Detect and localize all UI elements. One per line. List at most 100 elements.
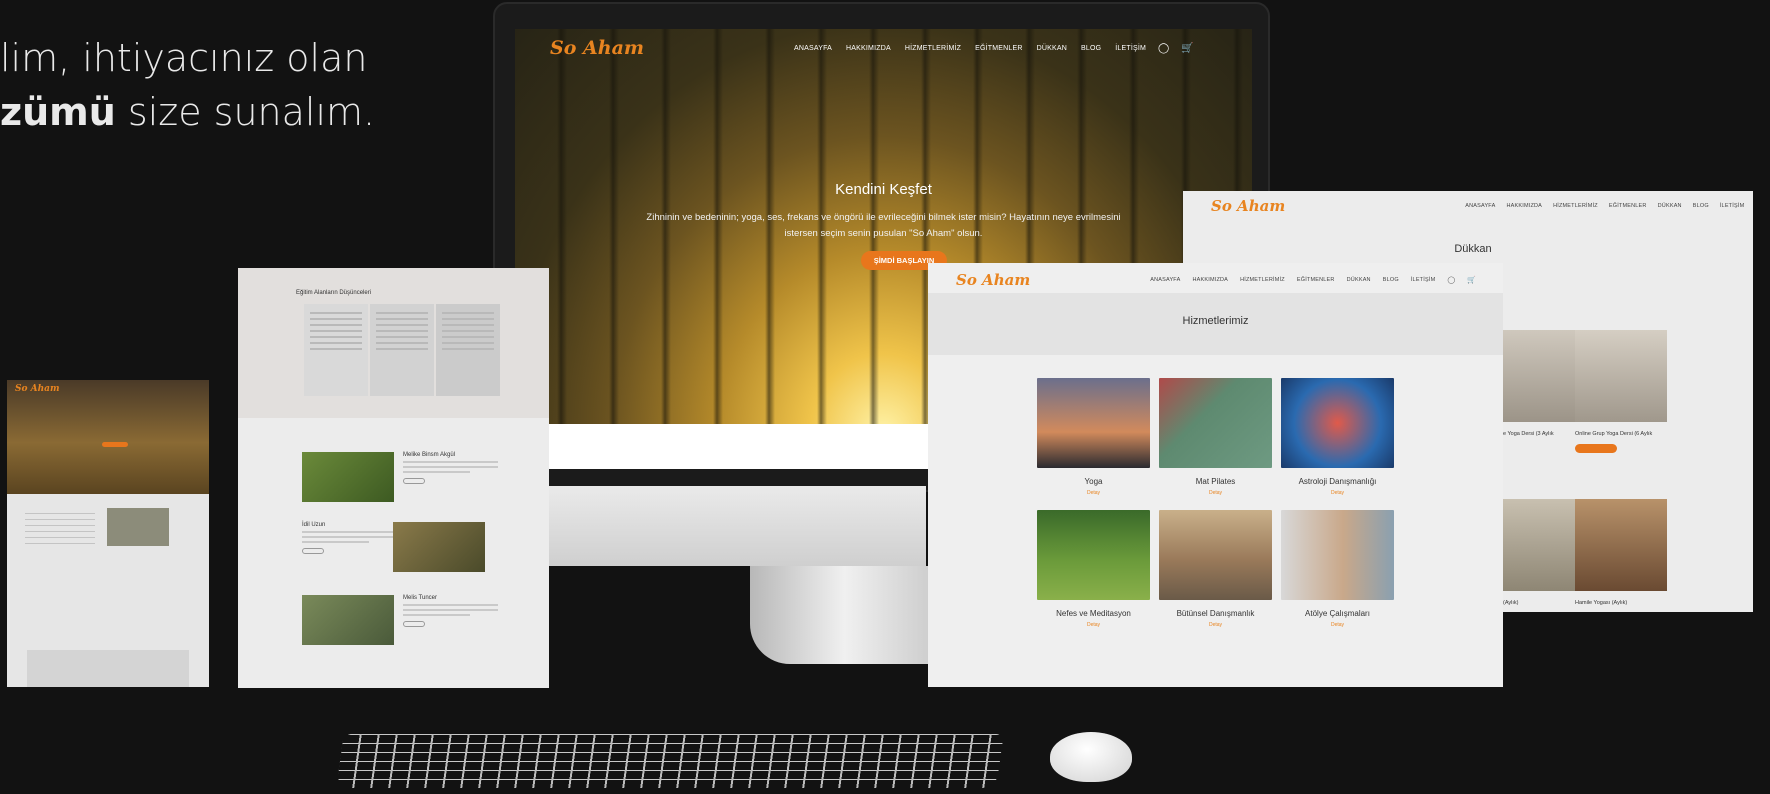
main-menu: ANASAYFA HAKKIMIZDA HİZMETLERİMİZ EĞİTME… [794,45,1146,52]
service-image [1159,510,1272,600]
menu-item-anasayfa[interactable]: ANASAYFA [1150,277,1180,283]
headline-line-2: zümü size sunalım. [0,84,375,140]
menu-item-iletisim[interactable]: İLETİŞİM [1411,277,1436,283]
trainer-detail-button[interactable] [302,548,324,554]
service-image [1281,510,1394,600]
menu-item-hakkimizda[interactable]: HAKKIMIZDA [846,45,891,52]
testimonial-card [304,304,368,396]
mini-testimonials [27,650,189,687]
service-image [1037,510,1150,600]
trainer-info: Melis Tuncer [403,595,498,627]
menu-item-iletisim[interactable]: İLETİŞİM [1720,203,1745,209]
menu-item-dukkan[interactable]: DÜKKAN [1658,203,1682,209]
trainer-row [302,452,394,502]
trainer-detail-button[interactable] [403,478,425,484]
hero-text: Zihninin ve bedeninin; yoga, ses, frekan… [646,212,1121,239]
logo[interactable]: So Aham [550,37,644,59]
mobile-page-preview: So Aham [7,380,209,687]
menu-item-blog[interactable]: BLOG [1693,203,1709,209]
service-detail-link[interactable]: Detay [1281,622,1394,628]
menu-item-anasayfa[interactable]: ANASAYFA [1465,203,1495,209]
mini-image [107,508,169,546]
monitor-chin [493,486,926,566]
services-navbar: So Aham ANASAYFA HAKKIMIZDA HİZMETLERİMİ… [956,271,1496,289]
services-logo[interactable]: So Aham [956,271,1030,289]
product-card[interactable]: Online Grup Yoga Dersi (6 Aylık [1575,330,1667,453]
cart-icon[interactable]: 🛒 [1181,43,1193,54]
mini-logo: So Aham [15,384,60,394]
mini-hero: So Aham [7,380,209,494]
menu-item-blog[interactable]: BLOG [1383,277,1399,283]
testimonial-card [436,304,500,396]
service-name: Yoga [1084,477,1103,486]
testimonial-card [370,304,434,396]
testimonials-title: Eğitim Alanların Düşünceleri [296,290,372,296]
headline-line-2-rest: size sunalım. [115,90,376,134]
service-name: Bütünsel Danışmanlık [1176,609,1255,618]
shop-logo[interactable]: So Aham [1211,197,1285,215]
menu-item-anasayfa[interactable]: ANASAYFA [794,45,832,52]
menu-item-egitmenler[interactable]: EĞİTMENLER [1297,277,1335,283]
keyboard [336,734,1004,788]
trainer-photo [302,595,394,645]
menu-item-hizmetlerimiz[interactable]: HİZMETLERİMİZ [1240,277,1285,283]
menu-item-hizmetlerimiz[interactable]: HİZMETLERİMİZ [1553,203,1598,209]
mouse [1050,732,1132,782]
menu-item-iletisim[interactable]: İLETİŞİM [1115,45,1146,52]
trainer-row [302,595,394,645]
service-card-nefes-meditasyon[interactable]: Nefes ve Meditasyon Detay [1037,510,1150,628]
product-card[interactable]: Hamile Yogası (Aylık) [1575,499,1667,607]
trainer-info: Melike Binsm Akgül [403,452,498,484]
mini-hero-button[interactable] [102,442,128,447]
service-detail-link[interactable]: Detay [1159,622,1272,628]
menu-item-blog[interactable]: BLOG [1081,45,1101,52]
trainer-info: İdil Uzun [302,522,397,554]
service-image [1037,378,1150,468]
menu-item-hakkimizda[interactable]: HAKKIMIZDA [1192,277,1228,283]
menu-item-dukkan[interactable]: DÜKKAN [1347,277,1371,283]
shop-menu: ANASAYFA HAKKIMIZDA HİZMETLERİMİZ EĞİTME… [1465,203,1744,209]
add-to-cart-button[interactable] [1575,444,1617,453]
trainer-photo [393,522,485,572]
services-title: Hizmetlerimiz [1182,315,1249,327]
service-image [1159,378,1272,468]
service-image [1281,378,1394,468]
service-name: Astroloji Danışmanlığı [1298,477,1377,486]
trainers-page-preview: Eğitim Alanların Düşünceleri Melike Bins… [238,268,549,688]
menu-item-hizmetlerimiz[interactable]: HİZMETLERİMİZ [905,45,961,52]
service-card-astroloji[interactable]: Astroloji Danışmanlığı Detay [1281,378,1394,496]
trainer-name: Melike Binsm Akgül [403,452,456,458]
service-detail-link[interactable]: Detay [1159,490,1272,496]
headline-bold-word: zümü [0,90,116,134]
service-detail-link[interactable]: Detay [1037,490,1150,496]
services-menu: ANASAYFA HAKKIMIZDA HİZMETLERİMİZ EĞİTME… [1150,277,1435,283]
hero-title: Kendini Keşfet [835,181,932,198]
menu-item-dukkan[interactable]: DÜKKAN [1037,45,1067,52]
product-image [1575,499,1667,591]
service-name: Atölye Çalışmaları [1305,609,1370,618]
shop-navbar: So Aham ANASAYFA HAKKIMIZDA HİZMETLERİMİ… [1211,197,1751,215]
user-icon[interactable]: ◯ [1158,43,1169,54]
service-card-butunsel-danismanlik[interactable]: Bütünsel Danışmanlık Detay [1159,510,1272,628]
menu-item-egitmenler[interactable]: EĞİTMENLER [1609,203,1647,209]
homepage-navbar: So Aham ANASAYFA HAKKIMIZDA HİZMETLERİMİ… [550,37,1240,59]
service-detail-link[interactable]: Detay [1281,490,1394,496]
cart-icon[interactable]: 🛒 [1467,276,1476,284]
service-card-atolye[interactable]: Atölye Çalışmaları Detay [1281,510,1394,628]
testimonials-section: Eğitim Alanların Düşünceleri [238,268,549,418]
service-card-mat-pilates[interactable]: Mat Pilates Detay [1159,378,1272,496]
trainer-detail-button[interactable] [403,621,425,627]
product-title: Hamile Yogası (Aylık) [1575,600,1628,606]
services-page-preview: So Aham ANASAYFA HAKKIMIZDA HİZMETLERİMİ… [928,263,1503,687]
user-icon[interactable]: ◯ [1447,276,1455,284]
trainer-photo [302,452,394,502]
menu-item-egitmenler[interactable]: EĞİTMENLER [975,45,1023,52]
trainer-name: İdil Uzun [302,522,326,528]
shop-title: Dükkan [1454,243,1492,255]
product-title: Online Grup Yoga Dersi (6 Aylık [1575,431,1653,437]
menu-item-hakkimizda[interactable]: HAKKIMIZDA [1506,203,1542,209]
service-card-yoga[interactable]: Yoga Detay [1037,378,1150,496]
service-detail-link[interactable]: Detay [1037,622,1150,628]
mini-text-block [25,508,95,548]
trainer-name: Melis Tuncer [403,595,438,601]
